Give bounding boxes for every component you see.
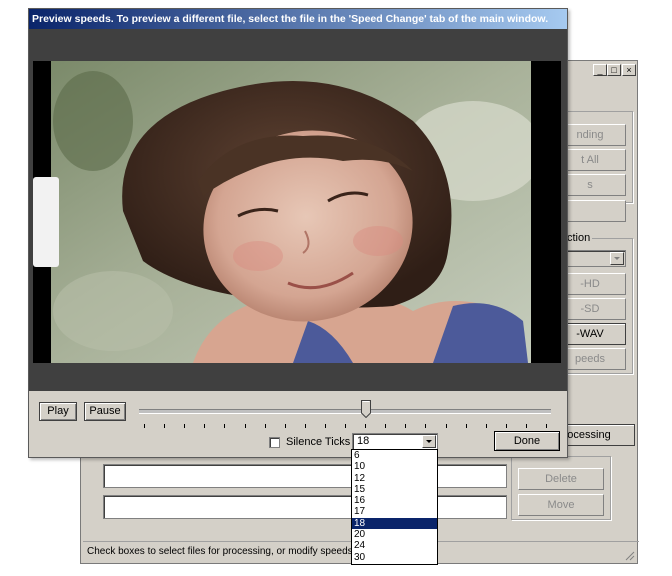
slider-tick bbox=[224, 424, 226, 428]
slider-tick bbox=[324, 424, 326, 428]
slider-tick bbox=[405, 424, 407, 428]
chevron-down-icon[interactable] bbox=[422, 435, 436, 448]
slider-tick bbox=[385, 424, 387, 428]
silence-ticks-checkbox[interactable] bbox=[269, 437, 280, 448]
chevron-down-icon bbox=[610, 252, 624, 265]
slider-tick bbox=[465, 424, 467, 428]
file-list-row[interactable] bbox=[103, 495, 507, 519]
conversion-group-label: ction bbox=[565, 232, 593, 244]
speed-option[interactable]: 10 bbox=[352, 461, 437, 472]
slider-tick bbox=[546, 424, 547, 428]
slider-tick bbox=[144, 424, 145, 428]
speed-option[interactable]: 15 bbox=[352, 484, 437, 495]
speed-option[interactable]: 12 bbox=[352, 473, 437, 484]
silence-ticks-label: Silence Ticks bbox=[286, 436, 351, 448]
slider-tick bbox=[264, 424, 266, 428]
slider-tick bbox=[304, 424, 306, 428]
slider-tick bbox=[525, 424, 527, 428]
speed-option[interactable]: 24 bbox=[352, 540, 437, 551]
slider-tick bbox=[244, 424, 246, 428]
speed-option[interactable]: 16 bbox=[352, 495, 437, 506]
slider-tick bbox=[485, 424, 487, 428]
preview-title: Preview speeds. To preview a different f… bbox=[29, 9, 567, 29]
preview-window: Preview speeds. To preview a different f… bbox=[28, 8, 568, 458]
slider-tick bbox=[345, 424, 346, 428]
speed-option[interactable]: 17 bbox=[352, 506, 437, 517]
speed-option[interactable]: 30 bbox=[352, 552, 437, 563]
file-list-row[interactable] bbox=[103, 464, 507, 488]
resize-grip-icon[interactable] bbox=[623, 549, 635, 561]
slider-tick bbox=[284, 424, 286, 428]
speed-option[interactable]: 20 bbox=[352, 529, 437, 540]
video-preview-image bbox=[33, 61, 561, 363]
status-text: Check boxes to select files for processi… bbox=[87, 546, 368, 557]
speed-option[interactable]: 6 bbox=[352, 450, 437, 461]
slider-tick bbox=[445, 424, 447, 428]
speed-select-value: 18 bbox=[357, 435, 370, 447]
pause-button[interactable]: Pause bbox=[84, 402, 126, 421]
close-icon[interactable]: × bbox=[622, 64, 636, 76]
slider-tick bbox=[164, 424, 166, 428]
delete-button[interactable]: Delete bbox=[518, 468, 604, 490]
done-button[interactable]: Done bbox=[494, 431, 560, 451]
minimize-icon[interactable]: _ bbox=[593, 64, 607, 76]
slider-tick bbox=[365, 424, 367, 428]
speed-dropdown-list[interactable]: 6 10 12 15 16 17 18 20 24 30 bbox=[351, 449, 438, 565]
speed-option[interactable]: 18 bbox=[352, 517, 437, 530]
maximize-icon[interactable]: □ bbox=[607, 64, 621, 76]
position-slider[interactable] bbox=[139, 409, 551, 414]
move-button[interactable]: Move bbox=[518, 494, 604, 516]
video-area bbox=[29, 29, 567, 391]
speed-select[interactable]: 18 bbox=[352, 433, 438, 450]
slider-tick bbox=[505, 424, 507, 428]
slider-thumb[interactable] bbox=[360, 400, 371, 418]
slider-tick bbox=[204, 424, 206, 428]
slider-tick bbox=[425, 424, 427, 428]
play-button[interactable]: Play bbox=[39, 402, 77, 421]
slider-tick bbox=[184, 424, 186, 428]
video-frame bbox=[33, 61, 561, 363]
